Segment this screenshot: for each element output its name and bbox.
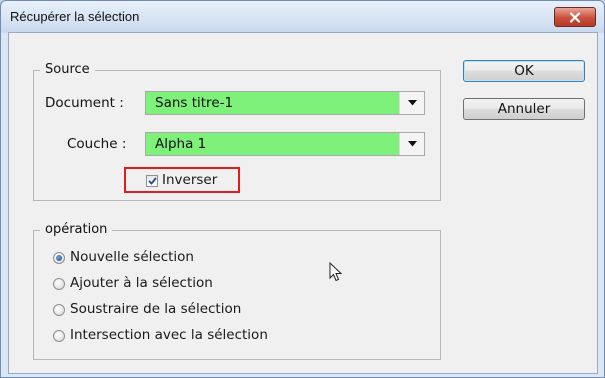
checkmark-icon — [147, 177, 157, 185]
document-value: Sans titre-1 — [155, 95, 234, 111]
couche-select[interactable]: Alpha 1 — [145, 132, 425, 156]
cancel-button[interactable]: Annuler — [463, 98, 585, 120]
close-icon — [569, 11, 581, 23]
chevron-down-icon — [407, 141, 417, 147]
radio-label: Intersection avec la sélection — [70, 327, 268, 343]
mouse-cursor-icon — [329, 262, 343, 282]
document-select[interactable]: Sans titre-1 — [145, 91, 425, 115]
couche-dropdown-arrow[interactable] — [399, 133, 424, 155]
window-title: Récupérer la sélection — [10, 9, 140, 24]
inverser-highlight-box: Inverser — [124, 167, 240, 193]
radio-label: Ajouter à la sélection — [70, 275, 213, 291]
source-legend: Source — [40, 62, 95, 77]
close-button[interactable] — [554, 7, 596, 27]
couche-label: Couche : — [67, 136, 127, 152]
radio-label: Nouvelle sélection — [70, 249, 194, 265]
radio-button[interactable] — [53, 278, 65, 290]
radio-button[interactable] — [53, 304, 65, 316]
inverser-label[interactable]: Inverser — [162, 172, 217, 188]
chevron-down-icon — [407, 100, 417, 106]
radio-button[interactable] — [53, 330, 65, 342]
radio-button[interactable] — [53, 252, 65, 264]
ok-button[interactable]: OK — [463, 60, 585, 82]
document-label: Document : — [45, 95, 124, 111]
couche-value: Alpha 1 — [155, 136, 207, 152]
operation-legend: opération — [40, 222, 113, 237]
title-bar[interactable]: Récupérer la sélection — [1, 1, 604, 33]
document-dropdown-arrow[interactable] — [399, 92, 424, 114]
inverser-checkbox[interactable] — [146, 175, 158, 187]
radio-label: Soustraire de la sélection — [70, 301, 242, 317]
dialog-body: Source Document : Sans titre-1 Couche : … — [8, 32, 598, 374]
